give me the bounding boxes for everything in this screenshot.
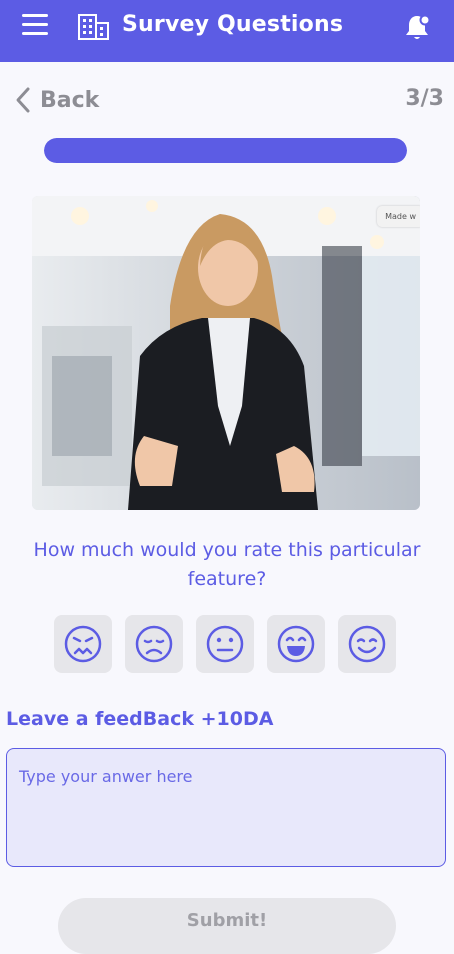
smiling-face-icon xyxy=(348,625,386,663)
progress-fill xyxy=(44,138,407,163)
presenter-video-frame xyxy=(32,196,420,510)
happy-face-icon xyxy=(277,625,315,663)
building-icon xyxy=(78,13,110,41)
angry-face-icon xyxy=(64,625,102,663)
rating-options xyxy=(54,615,396,673)
menu-icon[interactable] xyxy=(22,14,48,38)
step-counter: 3/3 xyxy=(405,86,444,111)
back-label: Back xyxy=(40,87,100,113)
top-app-bar: Survey Questions xyxy=(0,0,454,62)
rating-smiling-button[interactable] xyxy=(338,615,396,673)
bell-icon[interactable] xyxy=(402,12,432,42)
rating-happy-button[interactable] xyxy=(267,615,325,673)
rating-sad-button[interactable] xyxy=(125,615,183,673)
video-player[interactable]: Made w xyxy=(32,196,420,510)
feedback-input[interactable] xyxy=(6,748,446,867)
neutral-face-icon xyxy=(206,625,244,663)
submit-button[interactable]: Submit! xyxy=(58,898,396,954)
watermark-badge: Made w xyxy=(377,206,420,227)
rating-neutral-button[interactable] xyxy=(196,615,254,673)
sad-face-icon xyxy=(135,625,173,663)
rating-angry-button[interactable] xyxy=(54,615,112,673)
chevron-left-icon xyxy=(16,87,30,113)
question-text: How much would you rate this particular … xyxy=(33,539,421,590)
progress-bar xyxy=(44,138,407,163)
back-button[interactable]: Back xyxy=(12,84,99,116)
page-title: Survey Questions xyxy=(122,12,344,37)
feedback-label: Leave a feedBack +10DA xyxy=(6,708,274,730)
